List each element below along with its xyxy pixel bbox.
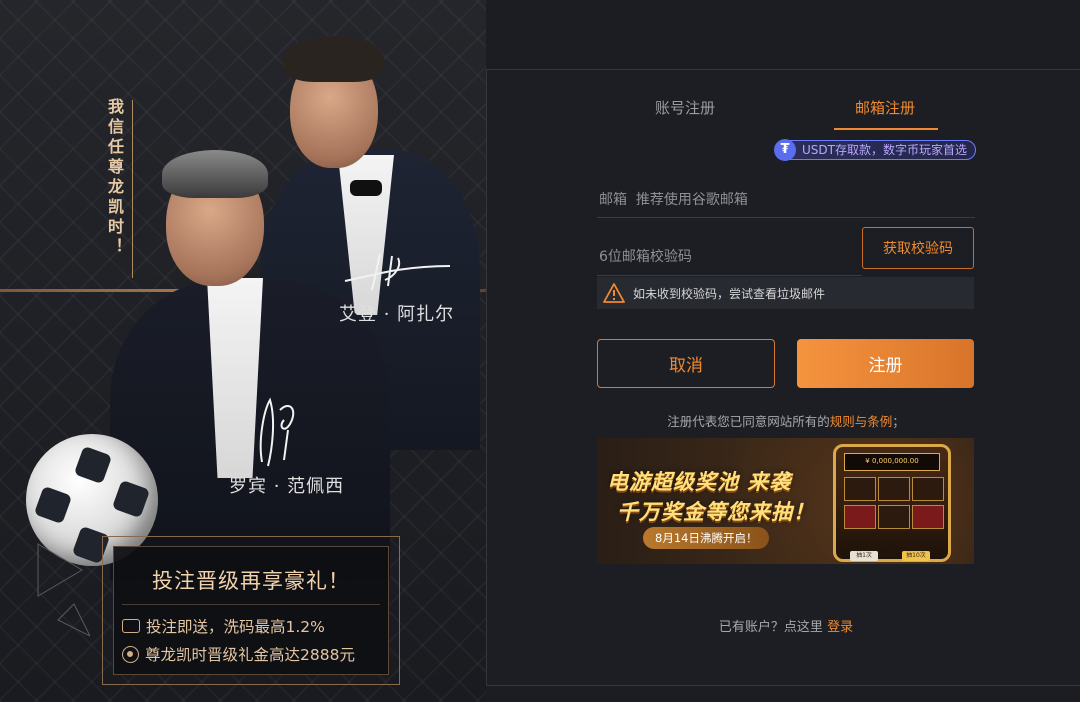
promo-title: 投注晋级再享豪礼！ bbox=[152, 569, 350, 593]
code-underline bbox=[597, 275, 862, 276]
register-panel: 账号注册 邮箱注册 ₮ USDT存取款，数字币玩家首选 获取校验码 如未收到校验… bbox=[486, 69, 1080, 686]
banner-date: 8月14日沸腾开启！ bbox=[643, 527, 770, 549]
tab-email-register[interactable]: 邮箱注册 bbox=[855, 97, 915, 118]
player1-name: 艾登 · 阿扎尔 bbox=[339, 304, 455, 325]
terms-suffix: ； bbox=[892, 414, 905, 429]
usdt-badge-text: USDT存取款，数字币玩家首选 bbox=[802, 143, 967, 157]
wallet-icon bbox=[122, 619, 140, 633]
promo-panel: 我信任尊龙凯时！ 艾登 · 阿扎尔 罗宾 · 范佩西 投注晋级再享豪礼！ 投注即… bbox=[0, 0, 486, 702]
lottery-machine-icon: ¥ 0,000,000.00 抽1次 抽10次 bbox=[833, 444, 951, 562]
usdt-badge[interactable]: ₮ USDT存取款，数字币玩家首选 bbox=[774, 139, 976, 161]
banner-btn-1: 抽1次 bbox=[850, 551, 878, 561]
vanpersie-signature-icon bbox=[259, 397, 295, 467]
login-link[interactable]: 登录 bbox=[827, 620, 853, 635]
cancel-button[interactable]: 取消 bbox=[597, 339, 775, 388]
promo-box: 投注晋级再享豪礼！ 投注即送，洗码最高1.2% 尊龙凯时晋级礼金高达2888元 bbox=[102, 536, 400, 685]
tab-account-register[interactable]: 账号注册 bbox=[655, 97, 715, 118]
hint-text: 如未收到校验码，尝试查看垃圾邮件 bbox=[633, 286, 826, 301]
player2-name: 罗宾 · 范佩西 bbox=[229, 476, 345, 497]
coin-icon bbox=[122, 645, 139, 663]
terms-link[interactable]: 规则与条例 bbox=[830, 414, 893, 429]
email-input[interactable] bbox=[597, 188, 977, 212]
promo-line-1: 投注即送，洗码最高1.2% bbox=[122, 615, 325, 637]
banner-title-1: 电游超级奖池 来袭 bbox=[607, 470, 792, 494]
verification-code-input[interactable] bbox=[597, 245, 849, 269]
login-prompt: 已有账户？点这里 登录 bbox=[487, 616, 1080, 635]
promo-line-1-text: 投注即送，洗码最高1.2% bbox=[146, 618, 325, 636]
get-code-button[interactable]: 获取校验码 bbox=[862, 227, 974, 269]
warning-icon bbox=[603, 283, 625, 303]
active-tab-indicator bbox=[834, 128, 938, 130]
hazard-signature-icon bbox=[344, 253, 451, 291]
banner-title-2: 千万奖金等您来抽！ bbox=[617, 500, 815, 524]
spam-hint: 如未收到校验码，尝试查看垃圾邮件 bbox=[597, 277, 974, 309]
banner-btn-10: 抽10次 bbox=[902, 551, 930, 561]
have-account-text: 已有账户？点这里 bbox=[718, 620, 828, 635]
promo-divider bbox=[122, 604, 380, 605]
promo-line-2: 尊龙凯时晋级礼金高达2888元 bbox=[122, 643, 355, 665]
machine-screen: ¥ 0,000,000.00 bbox=[844, 453, 940, 471]
register-button[interactable]: 注册 bbox=[797, 339, 974, 388]
jackpot-banner[interactable]: 电游超级奖池 来袭 千万奖金等您来抽！ 8月14日沸腾开启！ ¥ 0,000,0… bbox=[597, 438, 974, 564]
promo-line-2-text: 尊龙凯时晋级礼金高达2888元 bbox=[145, 646, 355, 664]
terms-notice: 注册代表您已同意网站所有的规则与条例； bbox=[487, 411, 1080, 430]
triangle-deco-icon bbox=[37, 543, 90, 637]
tether-icon: ₮ bbox=[774, 139, 796, 161]
email-underline bbox=[597, 217, 975, 218]
terms-prefix: 注册代表您已同意网站所有的 bbox=[667, 414, 830, 429]
